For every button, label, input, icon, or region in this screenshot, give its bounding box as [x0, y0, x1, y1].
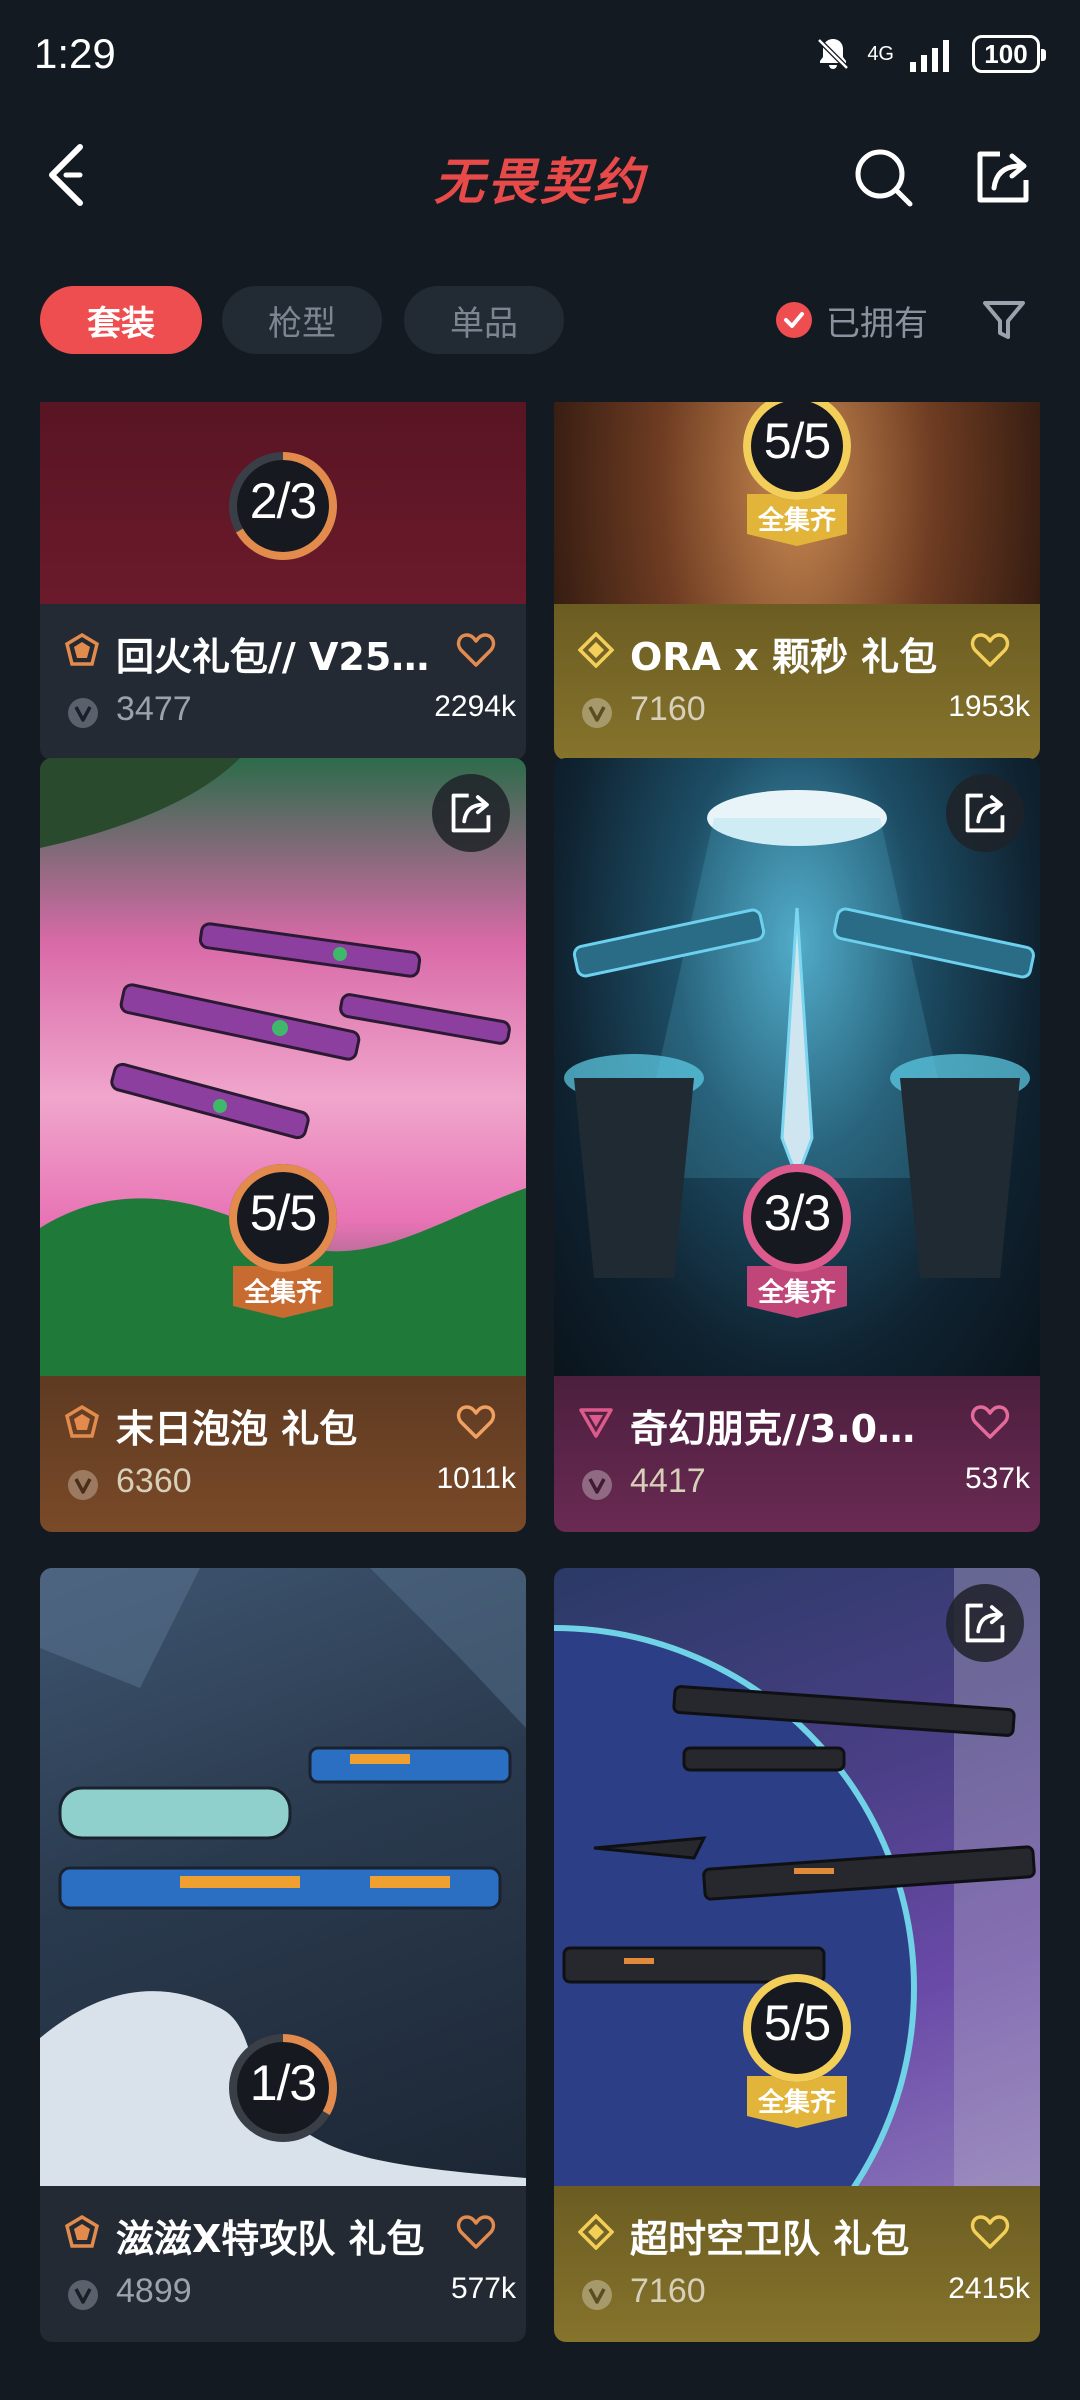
bundle-grid: 2/3 回火礼包// V25… 3477 2294k 全集齐 5/5 ORA x…: [0, 402, 1080, 2400]
bundle-info: 末日泡泡 礼包 6360 1011k: [40, 1376, 526, 1532]
bundle-info: 超时空卫队 礼包 7160 2415k: [554, 2186, 1040, 2342]
progress-badge: 1/3: [223, 2028, 343, 2188]
vp-currency-icon: [582, 1470, 612, 1500]
bundle-likes: 2415k: [948, 2272, 1030, 2305]
share-button[interactable]: [946, 774, 1024, 852]
filter-funnel-icon: [983, 301, 1025, 339]
tier-pink-icon: [579, 1408, 613, 1438]
bundle-info: 滋滋X特攻队 礼包 4899 577k: [40, 2186, 526, 2342]
bundle-card[interactable]: 2/3 回火礼包// V25… 3477 2294k: [40, 402, 526, 760]
owned-toggle[interactable]: 已拥有: [776, 290, 928, 350]
heart-icon[interactable]: [456, 1404, 496, 1440]
bundle-card[interactable]: 全集齐 3/3 奇幻朋克//3.0… 4417 537k: [554, 758, 1040, 1532]
tier-bronze-icon: [64, 632, 100, 666]
bundle-info: ORA x 颗秒 礼包 7160 1953k: [554, 604, 1040, 760]
tier-bronze-icon: [64, 1404, 100, 1438]
bundle-likes: 537k: [964, 1462, 1030, 1495]
bundle-name: 回火礼包// V25…: [116, 635, 430, 679]
vp-currency-icon: [68, 2280, 98, 2310]
page-title: 无畏契约: [434, 153, 646, 211]
battery-level: 100: [984, 38, 1028, 69]
network-label: 4G: [867, 43, 894, 65]
vp-currency-icon: [68, 1470, 98, 1500]
bundle-likes: 1011k: [436, 1462, 516, 1495]
vp-currency-icon: [582, 2280, 612, 2310]
bell-off-icon: [817, 38, 850, 70]
check-icon: [776, 302, 812, 338]
progress-badge: 全集齐 5/5: [737, 1968, 857, 2128]
status-icons: 4G 100: [813, 34, 1046, 74]
search-button[interactable]: [848, 142, 918, 212]
progress-text: 1/3: [249, 2055, 318, 2111]
vp-currency-icon: [68, 698, 98, 728]
progress-text: 5/5: [249, 1185, 318, 1241]
battery-icon: 100: [972, 35, 1046, 73]
filter-button[interactable]: [976, 292, 1032, 348]
signal-icon: [910, 40, 949, 72]
progress-text: 2/3: [249, 473, 318, 529]
heart-icon[interactable]: [970, 2214, 1010, 2250]
share-icon: [965, 1603, 1005, 1643]
progress-badge: 全集齐 5/5: [737, 402, 857, 546]
app-header: 无畏契约: [0, 120, 1080, 230]
share-icon: [451, 793, 491, 833]
bundle-card[interactable]: 1/3 滋滋X特攻队 礼包 4899 577k: [40, 1568, 526, 2342]
progress-badge: 2/3: [223, 446, 343, 606]
vp-currency-icon: [582, 698, 612, 728]
tab-weapon-types[interactable]: 枪型: [222, 286, 382, 354]
status-time: 1:29: [34, 30, 116, 77]
share-button[interactable]: [432, 774, 510, 852]
bundle-name: 末日泡泡 礼包: [116, 1407, 358, 1451]
bundle-likes: 577k: [450, 2272, 516, 2305]
bundle-price: 7160: [630, 690, 706, 728]
bundle-name: 超时空卫队 礼包: [630, 2217, 910, 2261]
bundle-name: 奇幻朋克//3.0…: [630, 1407, 916, 1451]
share-icon: [977, 151, 1029, 203]
owned-label: 已拥有: [826, 303, 928, 344]
progress-badge: 全集齐 3/3: [737, 1158, 857, 1318]
bundle-likes: 1953k: [948, 690, 1030, 723]
progress-badge: 全集齐 5/5: [223, 1158, 343, 1318]
bundle-name: 滋滋X特攻队 礼包: [116, 2217, 425, 2261]
bundle-card[interactable]: 全集齐 5/5 末日泡泡 礼包 6360 1011k: [40, 758, 526, 1532]
bundle-likes: 2294k: [434, 690, 516, 723]
share-button[interactable]: [968, 142, 1038, 212]
bundle-price: 7160: [630, 2272, 706, 2310]
bundle-price: 4899: [116, 2272, 192, 2310]
progress-text: 5/5: [763, 1995, 832, 2051]
tier-gold-icon: [578, 632, 614, 668]
tab-single-items[interactable]: 单品: [404, 286, 564, 354]
tier-gold-icon: [578, 2214, 614, 2250]
bundle-info: 回火礼包// V25… 3477 2294k: [40, 604, 526, 760]
bundle-card[interactable]: 全集齐 5/5 超时空卫队 礼包 7160 2415k: [554, 1568, 1040, 2342]
tab-bundles[interactable]: 套装: [40, 286, 202, 354]
heart-icon[interactable]: [456, 632, 496, 668]
tier-bronze-icon: [64, 2214, 100, 2248]
chevron-left-icon: [49, 144, 83, 206]
share-icon: [965, 793, 1005, 833]
search-icon: [855, 149, 913, 207]
heart-icon[interactable]: [970, 632, 1010, 668]
filter-bar: 套装 枪型 单品 已拥有: [0, 280, 1080, 360]
bundle-price: 4417: [630, 1462, 706, 1500]
bundle-price: 6360: [116, 1462, 192, 1500]
heart-icon[interactable]: [970, 1404, 1010, 1440]
bundle-card[interactable]: 全集齐 5/5 ORA x 颗秒 礼包 7160 1953k: [554, 402, 1040, 760]
progress-text: 5/5: [763, 413, 832, 469]
progress-text: 3/3: [763, 1185, 832, 1241]
back-button[interactable]: [34, 140, 104, 210]
bundle-name: ORA x 颗秒 礼包: [630, 635, 938, 679]
bundle-price: 3477: [116, 690, 192, 728]
share-button[interactable]: [946, 1584, 1024, 1662]
status-bar: 1:29 4G 100: [0, 0, 1080, 120]
heart-icon[interactable]: [456, 2214, 496, 2250]
bundle-info: 奇幻朋克//3.0… 4417 537k: [554, 1376, 1040, 1532]
